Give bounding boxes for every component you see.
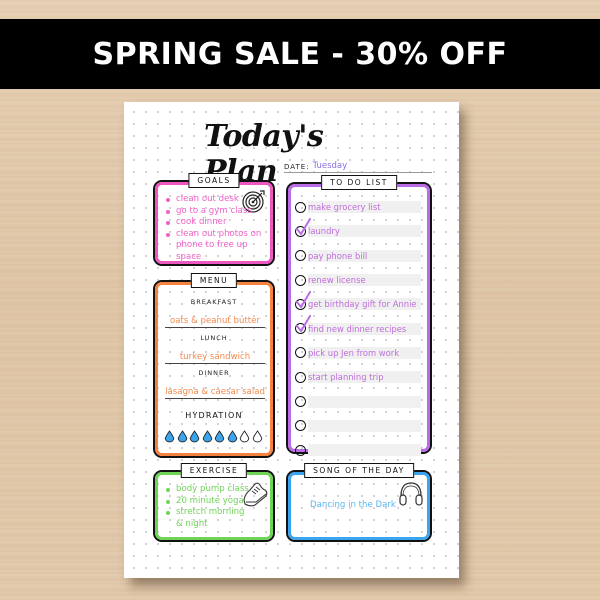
exercise-item: stretch morning & night <box>165 507 253 530</box>
todo-item: pick up Jen from work <box>295 341 421 365</box>
todo-item <box>295 414 421 438</box>
checkbox[interactable] <box>295 201 306 213</box>
planner-page: Today's Plan DATE: Tuesday GOALS clean o… <box>124 102 459 578</box>
checkbox[interactable] <box>295 396 306 408</box>
goal-item: cook dinner <box>165 217 275 229</box>
todo-item <box>295 389 421 413</box>
dinner-label: DINNER <box>198 369 230 377</box>
exercise-item: 20 minute yoga <box>165 496 253 508</box>
goal-item: clean out desk <box>165 194 275 206</box>
water-drop-filled-icon[interactable] <box>177 430 188 444</box>
exercise-heading: EXERCISE <box>180 463 248 478</box>
water-drop-filled-icon[interactable] <box>227 430 238 444</box>
goal-item: clean out photos on phone to free up spa… <box>165 229 275 264</box>
checkmark-icon <box>296 315 311 333</box>
checkbox[interactable] <box>295 420 306 432</box>
checkbox[interactable] <box>295 274 306 286</box>
water-drop-empty-icon[interactable] <box>252 430 263 444</box>
todo-text[interactable]: get birthday gift for Annie <box>308 298 421 311</box>
water-drop-filled-icon[interactable] <box>214 430 225 444</box>
song-box: SONG OF THE DAY Dancing in the Dark <box>286 463 432 542</box>
date-value: Tuesday <box>312 161 348 171</box>
goals-list: clean out desk go to a gym class cook di… <box>165 194 275 263</box>
checkbox-checked[interactable] <box>295 217 311 237</box>
water-drop-filled-icon[interactable] <box>189 430 200 444</box>
todo-item <box>295 438 421 462</box>
water-drop-filled-icon[interactable] <box>202 430 213 444</box>
todo-item: laundry <box>295 217 421 243</box>
todo-text[interactable]: pick up Jen from work <box>308 346 421 359</box>
lunch-value[interactable]: turkey sandwich <box>165 352 265 364</box>
checkmark-icon <box>296 217 311 236</box>
todo-heading: TO DO LIST <box>321 175 397 190</box>
checkbox-checked[interactable] <box>295 315 311 335</box>
checkbox[interactable] <box>295 444 306 456</box>
date-field[interactable]: DATE: Tuesday <box>284 159 432 173</box>
todo-item: make grocery list <box>295 195 421 219</box>
song-heading: SONG OF THE DAY <box>304 463 414 478</box>
hydration-tracker[interactable] <box>164 430 263 444</box>
todo-text[interactable] <box>308 419 421 432</box>
todo-list: make grocery list laundry pay phone bill re… <box>295 195 421 462</box>
menu-heading: MENU <box>190 273 238 288</box>
exercise-box: EXERCISE body pump class 20 minute yoga … <box>153 463 275 542</box>
todo-text[interactable]: pay phone bill <box>308 249 421 262</box>
exercise-item: body pump class <box>165 484 253 496</box>
sale-banner: SPRING SALE - 30% OFF <box>0 19 600 89</box>
dinner-value[interactable]: lasagna & caesar salad <box>165 387 265 399</box>
headphones-icon <box>399 482 423 506</box>
breakfast-label: BREAKFAST <box>190 298 238 306</box>
todo-text[interactable]: find new dinner recipes <box>308 322 421 335</box>
sale-banner-text: SPRING SALE - 30% OFF <box>92 36 508 72</box>
todo-item: pay phone bill <box>295 244 421 268</box>
todo-text[interactable] <box>308 395 421 408</box>
todo-item: get birthday gift for Annie <box>295 290 421 316</box>
goals-heading: GOALS <box>188 173 240 188</box>
water-drop-empty-icon[interactable] <box>239 430 250 444</box>
breakfast-value[interactable]: oats & peanut butter <box>165 316 265 328</box>
lunch-label: LUNCH <box>200 334 228 342</box>
hydration-label: HYDRATION <box>185 411 243 420</box>
todo-text[interactable]: make grocery list <box>308 201 421 214</box>
todo-item: renew license <box>295 268 421 292</box>
menu-box: MENU BREAKFAST oats & peanut butter LUNC… <box>153 273 275 458</box>
checkbox[interactable] <box>295 371 306 383</box>
todo-text[interactable] <box>308 444 421 457</box>
exercise-list: body pump class 20 minute yoga stretch m… <box>165 484 253 530</box>
goal-item: go to a gym class <box>165 206 275 218</box>
checkbox[interactable] <box>295 347 306 359</box>
todo-text[interactable]: renew license <box>308 274 421 287</box>
todo-box: TO DO LIST make grocery list laundry pay p… <box>286 175 432 457</box>
water-drop-filled-icon[interactable] <box>164 430 175 444</box>
date-label: DATE: <box>284 163 310 171</box>
checkbox[interactable] <box>295 250 306 262</box>
song-title[interactable]: Dancing in the Dark <box>310 500 396 510</box>
todo-item: find new dinner recipes <box>295 315 421 340</box>
todo-text[interactable]: start planning trip <box>308 371 421 384</box>
checkbox-checked[interactable] <box>295 290 311 310</box>
goals-box: GOALS clean out desk go to a gym class c… <box>153 173 275 266</box>
todo-item: start planning trip <box>295 365 421 389</box>
todo-text[interactable]: laundry <box>308 225 421 238</box>
checkmark-icon <box>296 290 311 309</box>
